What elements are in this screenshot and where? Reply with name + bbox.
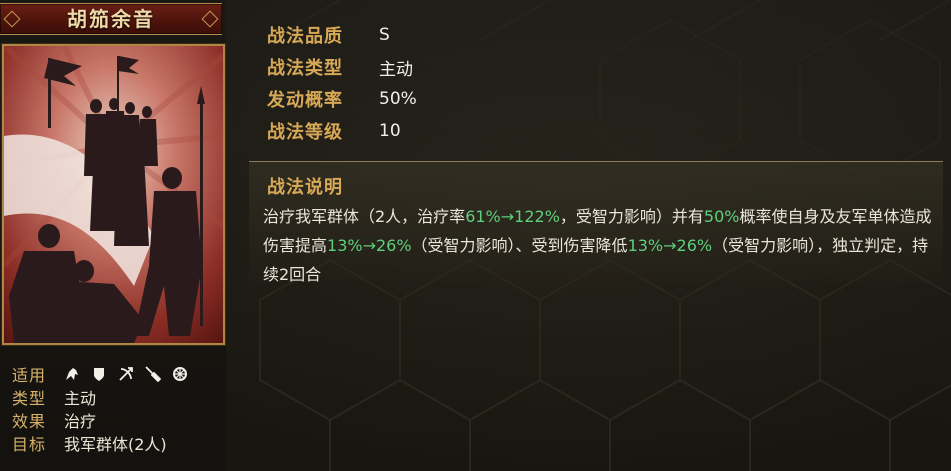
- skill-info-list: 适用 类型 主动 效果 治疗 目标 我军群体(2人): [12, 362, 188, 454]
- shield-icon: [94, 367, 104, 381]
- skill-card: 胡笳余音 适用 类型 主动 效果 治疗 目标 我军群体(2人): [0, 0, 226, 471]
- troop-icons: [64, 365, 188, 382]
- info-row-applicable: 适用: [12, 362, 188, 385]
- desc-segment: 治疗我军群体（2人，治疗率: [263, 207, 466, 226]
- level-value: 10: [379, 121, 401, 141]
- info-row-target: 目标 我军群体(2人): [12, 431, 188, 454]
- attr-row-type: 战法类型 主动: [267, 51, 417, 83]
- skill-detail-panel: 胡笳余音 适用 类型 主动 效果 治疗 目标 我军群体(2人) 战法品质 S 战…: [0, 0, 951, 471]
- skill-attributes: 战法品质 S 战法类型 主动 发动概率 50% 战法等级 10: [267, 19, 417, 147]
- desc-segment: （受智力影响）、受到伤害降低: [411, 236, 628, 255]
- target-value: 我军群体(2人): [64, 434, 167, 454]
- applicable-label: 适用: [12, 365, 47, 385]
- skill-artwork: [2, 44, 225, 345]
- type-value: 主动: [64, 388, 97, 408]
- skill-title-bar: 胡笳余音: [0, 3, 222, 35]
- skill-illustration: [4, 46, 223, 343]
- effect-label: 效果: [12, 411, 47, 431]
- attr-row-level: 战法等级 10: [267, 115, 417, 147]
- siege-icon: [173, 366, 187, 381]
- target-label: 目标: [12, 434, 47, 454]
- desc-highlight-damage-down: 13%→26%: [627, 236, 713, 255]
- desc-highlight-damage-up: 13%→26%: [327, 236, 412, 255]
- effect-value: 治疗: [64, 411, 97, 431]
- attr-row-probability: 发动概率 50%: [267, 83, 417, 115]
- skill-type-label: 战法类型: [267, 58, 343, 79]
- info-row-effect: 效果 治疗: [12, 408, 188, 431]
- quality-label: 战法品质: [267, 26, 343, 47]
- archer-icon: [119, 366, 133, 381]
- description-text: 治疗我军群体（2人，治疗率61%→122%，受智力影响）并有50%概率使自身及友…: [263, 202, 933, 289]
- skill-name: 胡笳余音: [67, 7, 155, 31]
- type-label: 类型: [12, 388, 47, 408]
- cavalry-icon: [66, 367, 78, 380]
- level-label: 战法等级: [267, 122, 343, 143]
- desc-highlight-heal-rate: 61%→122%: [465, 207, 560, 226]
- probability-label: 发动概率: [267, 90, 343, 111]
- skill-type-value: 主动: [379, 59, 413, 80]
- skill-description-box: 战法说明 治疗我军群体（2人，治疗率61%→122%，受智力影响）并有50%概率…: [249, 161, 943, 284]
- desc-highlight-probability: 50%: [703, 207, 740, 226]
- desc-segment: ，受智力影响）并有: [559, 207, 704, 226]
- spear-icon: [145, 365, 161, 382]
- description-title: 战法说明: [267, 177, 343, 198]
- probability-value: 50%: [379, 89, 417, 109]
- quality-value: S: [379, 25, 390, 45]
- info-row-type: 类型 主动: [12, 385, 188, 408]
- attr-row-quality: 战法品质 S: [267, 19, 417, 51]
